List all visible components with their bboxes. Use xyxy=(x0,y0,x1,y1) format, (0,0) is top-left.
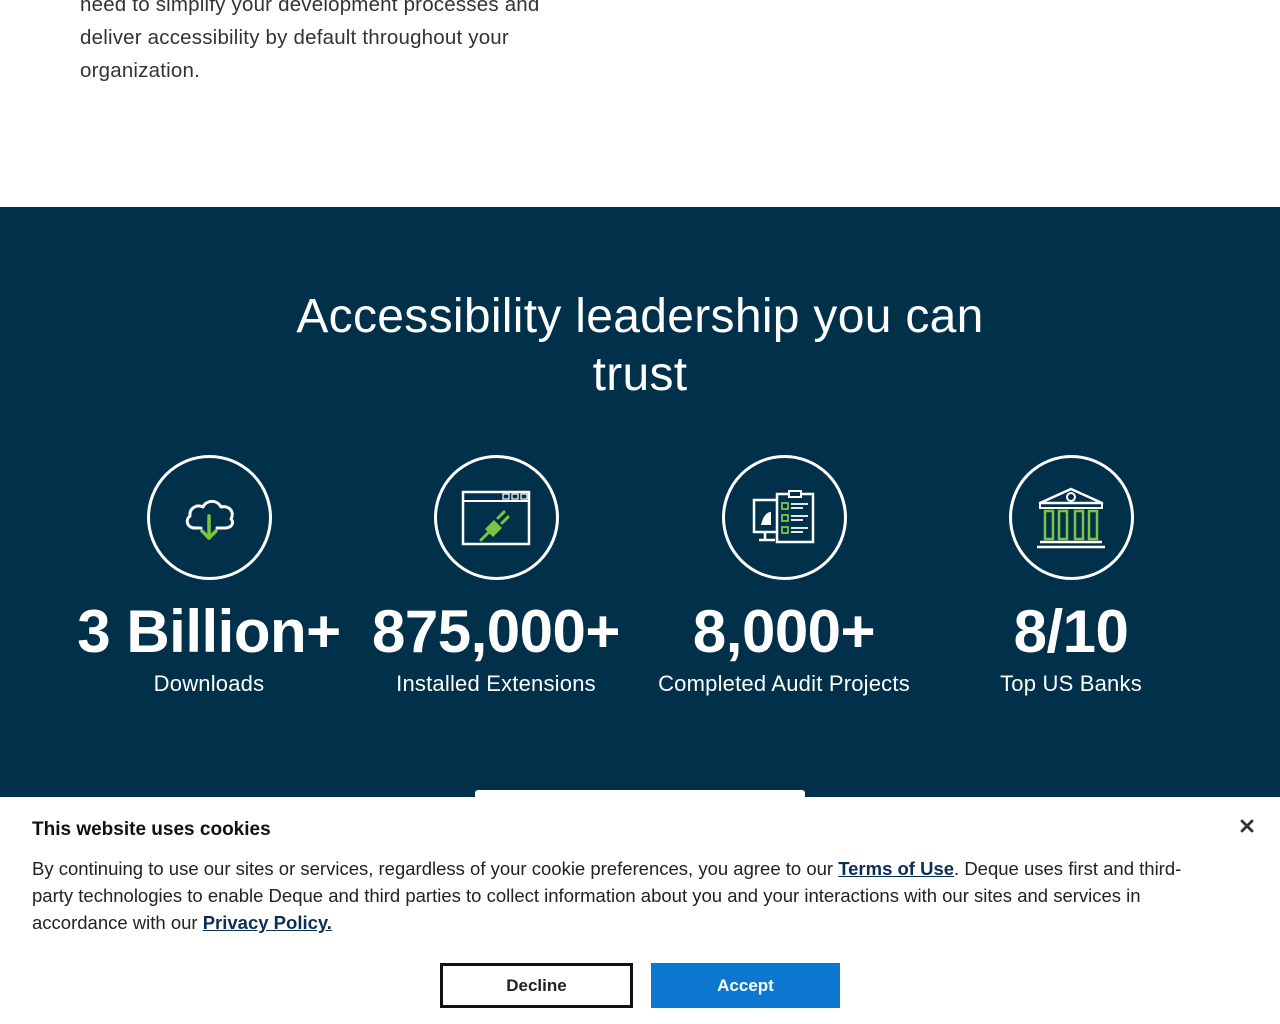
cookie-message: By continuing to use our sites or servic… xyxy=(32,855,1222,936)
stat-extensions: 875,000+ Installed Extensions xyxy=(346,455,646,698)
stat-number: 3 Billion+ xyxy=(77,598,341,665)
stat-downloads: 3 Billion+ Downloads xyxy=(59,455,359,698)
stat-label: Completed Audit Projects xyxy=(658,671,910,696)
bank-icon xyxy=(1037,487,1105,548)
stats-heading-line: trust xyxy=(592,348,688,401)
intro-line: deliver accessibility by default through… xyxy=(80,26,509,49)
close-icon xyxy=(1240,819,1254,833)
audit-checklist-icon xyxy=(752,489,815,543)
stat-number: 8,000+ xyxy=(692,598,876,665)
terms-of-use-link[interactable]: Terms of Use xyxy=(838,858,954,879)
stats-heading: Accessibility leadership you can trust xyxy=(290,288,990,404)
intro-line: organization. xyxy=(80,59,200,82)
privacy-policy-link[interactable]: Privacy Policy. xyxy=(203,912,332,933)
stat-label: Top US Banks xyxy=(1000,671,1142,696)
stat-banks: 8/10 Top US Banks xyxy=(921,455,1221,698)
decline-button[interactable]: Decline xyxy=(440,963,633,1008)
browser-extension-icon xyxy=(461,490,531,545)
cookie-title: This website uses cookies xyxy=(32,819,271,840)
stat-label: Downloads xyxy=(153,671,265,696)
cloud-download-icon xyxy=(185,499,235,540)
stat-icon-circle xyxy=(1008,455,1134,580)
stat-icon-circle xyxy=(721,455,847,580)
intro-text: need to simplify your development proces… xyxy=(80,0,600,87)
stat-number: 875,000+ xyxy=(372,598,620,665)
stat-icon-circle xyxy=(433,455,559,580)
cookie-text-part: By continuing to use our sites or servic… xyxy=(32,858,839,879)
stat-audits: 8,000+ Completed Audit Projects xyxy=(634,455,934,698)
stat-icon-circle xyxy=(146,455,272,580)
accept-button[interactable]: Accept xyxy=(651,963,840,1008)
stat-label: Installed Extensions xyxy=(396,671,596,696)
stats-heading-line: Accessibility leadership you can xyxy=(296,290,984,343)
close-button[interactable] xyxy=(1234,813,1260,839)
intro-line: need to simplify your development proces… xyxy=(80,0,540,16)
cookie-banner: This website uses cookies By continuing … xyxy=(0,797,1280,1024)
stat-number: 8/10 xyxy=(1013,598,1129,665)
